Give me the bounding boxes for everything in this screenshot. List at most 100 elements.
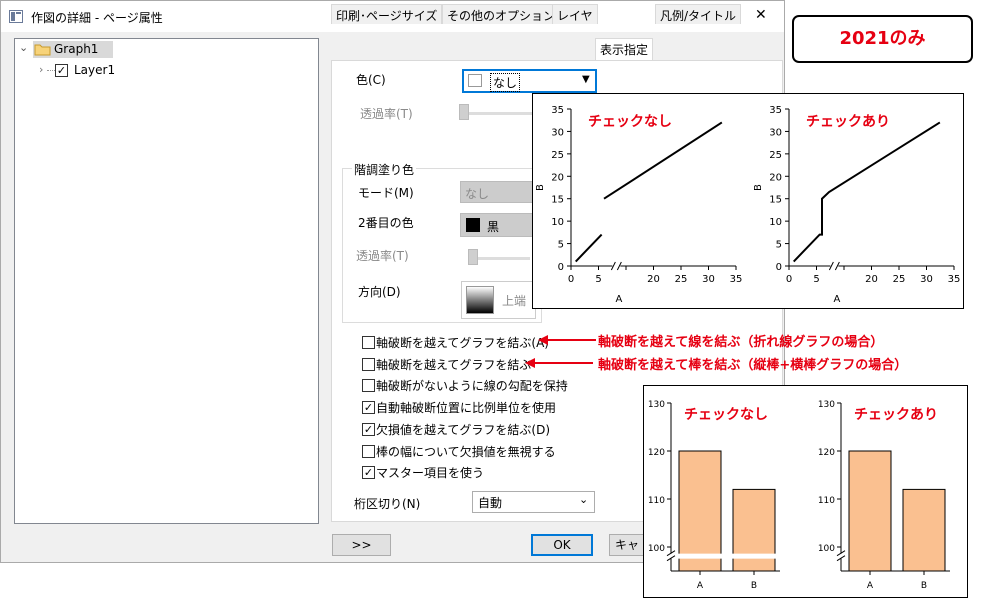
transparency2-slider-thumb[interactable] — [468, 249, 478, 265]
x-axis-label: A — [616, 294, 623, 305]
x-tick-label: A — [697, 581, 704, 591]
gradient-preview — [466, 286, 494, 314]
line-chart-panel: 0 5 10 15 20 25 30 35 0 5 20 25 30 35 A B チェックなし 0 5 10 15 20… — [532, 93, 964, 309]
y-tick-label: 100 — [648, 544, 665, 554]
series-line — [792, 121, 941, 263]
y-tick-label: 5 — [558, 240, 564, 251]
ignore-missing-bar-width-checkbox[interactable] — [362, 445, 375, 458]
y-axis-label: B — [753, 184, 764, 191]
x-tick-label: A — [867, 581, 874, 591]
bar-charts-svg: 130 120 110 100 A B チェックなし 130 120 110 100 A B チェックあり — [648, 400, 950, 591]
checkbox-label: 軸破断を越えてグラフを結ぶ(A) — [376, 336, 549, 350]
tab-display[interactable]: 表示指定 — [595, 38, 654, 61]
connect-missing-checkbox[interactable]: ✓ — [362, 423, 375, 436]
transparency2-slider[interactable] — [470, 257, 530, 260]
bar — [902, 488, 946, 572]
expand-button[interactable]: >> — [332, 534, 391, 556]
checkbox-label: 欠損値を越えてグラフを結ぶ(D) — [376, 423, 551, 437]
y-tick-label: 30 — [551, 127, 564, 138]
checkbox-label: マスター項目を使う — [376, 466, 485, 480]
mode-value: なし — [465, 187, 490, 201]
transparency-slider[interactable] — [462, 112, 542, 115]
tree-root-label: Graph1 — [54, 42, 99, 56]
digit-separator-label: 桁区切り(N) — [354, 497, 421, 511]
x-tick-label: 30 — [920, 274, 933, 285]
axis-break-gap — [667, 553, 780, 559]
proportional-units-checkbox[interactable]: ✓ — [362, 401, 375, 414]
y-tick-label: 110 — [818, 496, 835, 506]
second-color-swatch — [466, 218, 480, 232]
y-tick-label: 120 — [818, 448, 835, 458]
y-tick-label: 120 — [648, 448, 665, 458]
gradient-group-label: 階調塗り色 — [352, 161, 417, 178]
line-charts-svg: 0 5 10 15 20 25 30 35 0 5 20 25 30 35 A B チェックなし 0 5 10 15 20… — [535, 105, 961, 305]
series-line — [574, 233, 603, 263]
y-tick-label: 10 — [551, 217, 564, 228]
connect-across-break-line-checkbox[interactable] — [362, 336, 375, 349]
chart-title: チェックあり — [806, 114, 890, 130]
x-tick-label: 20 — [865, 274, 878, 285]
expand-icon[interactable]: › — [39, 63, 43, 76]
digit-separator-dropdown[interactable]: 自動 ⌄ — [472, 491, 595, 513]
transparency-label: 透過率(T) — [360, 107, 413, 121]
window-icon — [9, 10, 23, 23]
x-tick-label: 0 — [786, 274, 792, 285]
dropdown-arrow-icon: ▼ — [582, 74, 590, 85]
connect-across-break-bar-checkbox[interactable] — [362, 358, 375, 371]
folder-icon — [34, 44, 51, 56]
y-tick-label: 110 — [648, 496, 665, 506]
checkbox-label: 軸破断がないように線の勾配を保持 — [376, 379, 568, 393]
tab-print-page-size[interactable]: 印刷･ページサイズ — [331, 4, 443, 24]
window-title: 作図の詳細 - ページ属性 — [31, 11, 163, 25]
chevron-down-icon: ⌄ — [579, 493, 589, 506]
y-tick-label: 5 — [776, 240, 782, 251]
layer1-checkbox[interactable]: ✓ — [55, 64, 68, 77]
x-tick-label: 30 — [702, 274, 715, 285]
keep-slope-checkbox[interactable] — [362, 379, 375, 392]
note-bar-graph: 軸破断を越えて棒を結ぶ（縦棒+横棒グラフの場合） — [598, 358, 908, 373]
y-tick-label: 25 — [551, 150, 564, 161]
note-line-graph: 軸破断を越えて線を結ぶ（折れ線グラフの場合） — [598, 335, 884, 350]
y-tick-label: 20 — [769, 172, 782, 183]
second-color-label: 2番目の色 — [358, 216, 414, 230]
digit-separator-value: 自動 — [478, 496, 503, 510]
collapse-icon[interactable]: ⌄ — [19, 41, 28, 54]
tab-legend-title[interactable]: 凡例/タイトル — [655, 4, 742, 24]
color-label: 色(C) — [356, 73, 386, 87]
ok-button[interactable]: OK — [531, 534, 593, 556]
x-axis-label: A — [834, 294, 841, 305]
mode-label: モード(M) — [358, 186, 414, 200]
tab-other-options[interactable]: その他のオプション — [442, 4, 561, 24]
x-tick-label: B — [921, 581, 927, 591]
direction-selector[interactable]: 上端 — [461, 281, 536, 319]
mode-dropdown[interactable]: なし — [460, 181, 535, 203]
tab-layer[interactable]: レイヤ — [552, 4, 598, 24]
checkbox-label: 軸破断を越えてグラフを結ぶ — [376, 358, 532, 372]
checkbox-label: 自動軸破断位置に比例単位を使用 — [376, 401, 557, 415]
tree-child-label[interactable]: Layer1 — [74, 63, 115, 77]
y-tick-label: 0 — [776, 262, 782, 273]
bar-chart-panel: 130 120 110 100 A B チェックなし 130 120 110 100 A B チェックあり — [643, 385, 968, 598]
color-dropdown[interactable]: なし ▼ — [462, 69, 597, 93]
x-tick-label: 5 — [813, 274, 819, 285]
series-line — [603, 121, 723, 200]
y-tick-label: 130 — [648, 400, 665, 410]
y-tick-label: 15 — [769, 195, 782, 206]
second-color-dropdown[interactable]: 黒 — [460, 213, 535, 237]
x-tick-label: B — [751, 581, 757, 591]
direction-label: 方向(D) — [358, 285, 401, 299]
use-master-item-checkbox[interactable]: ✓ — [362, 466, 375, 479]
x-tick-label: 0 — [568, 274, 574, 285]
close-button[interactable]: ✕ — [755, 7, 767, 23]
y-tick-label: 130 — [818, 400, 835, 410]
x-tick-label: 35 — [948, 274, 961, 285]
chart-title: チェックなし — [684, 407, 768, 423]
x-tick-label: 20 — [647, 274, 660, 285]
version-badge: 2021のみ — [792, 15, 973, 63]
transparency-slider-thumb[interactable] — [459, 104, 469, 120]
tree-connector — [47, 70, 55, 71]
tree-item-graph1[interactable]: Graph1 — [33, 41, 113, 58]
y-tick-label: 10 — [769, 217, 782, 228]
y-tick-label: 15 — [551, 195, 564, 206]
y-tick-label: 0 — [558, 262, 564, 273]
